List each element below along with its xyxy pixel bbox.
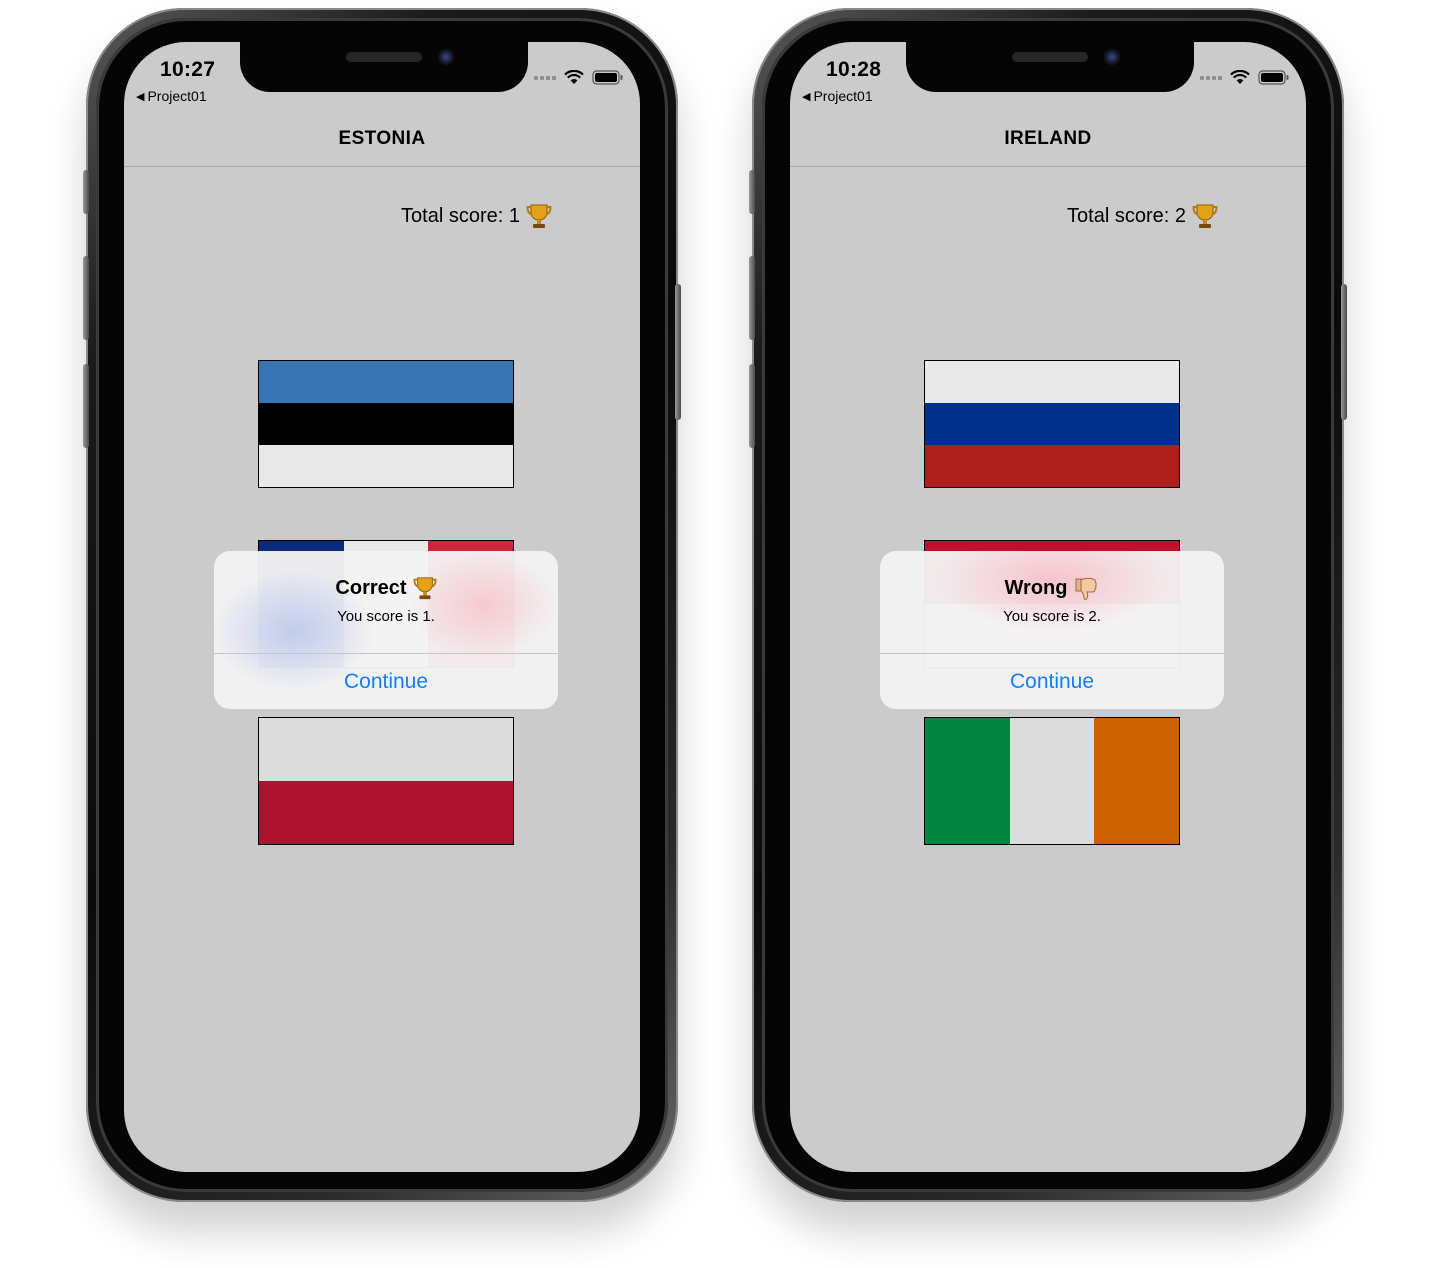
status-icons <box>534 70 624 85</box>
volume-down-button <box>83 364 89 448</box>
flag-stripe <box>925 718 1010 844</box>
app-screen: 10:28 ◀ Project01 IRELAND Total score: 2… <box>790 42 1306 1172</box>
flag-stripe <box>259 403 513 445</box>
alert-title-text: Correct <box>335 576 407 599</box>
volume-down-button <box>749 364 755 448</box>
speaker-grille <box>346 52 422 62</box>
phone-frame: 10:28 ◀ Project01 IRELAND Total score: 2… <box>749 8 1347 1202</box>
flag-stripe <box>925 361 1179 403</box>
back-label: Project01 <box>813 88 873 104</box>
side-button <box>1341 284 1347 420</box>
total-score-label: Total score: 2 <box>1067 204 1186 227</box>
volume-up-button <box>749 256 755 340</box>
trophy-icon <box>1192 204 1218 228</box>
wifi-icon <box>1230 70 1250 84</box>
flag-stripe <box>259 781 513 844</box>
flag-stripe <box>259 445 513 487</box>
trophy-icon <box>526 204 552 228</box>
flag-stripe <box>925 445 1179 487</box>
flag-stripe <box>1094 718 1179 844</box>
back-arrow-icon: ◀ <box>136 90 145 103</box>
flag-button-estonia[interactable] <box>258 360 514 488</box>
result-alert: Correct You score is 1. Continue <box>214 551 558 709</box>
front-camera <box>438 49 454 65</box>
mute-switch <box>749 170 755 214</box>
notch <box>240 42 528 92</box>
alert-message: You score is 1. <box>337 608 435 625</box>
total-score-label: Total score: 1 <box>401 204 520 227</box>
flag-stripe <box>259 361 513 403</box>
total-score: Total score: 1 <box>401 202 552 230</box>
status-time: 10:27 <box>160 58 216 81</box>
continue-button[interactable]: Continue <box>880 654 1224 709</box>
thumbs-down-icon <box>1075 577 1098 600</box>
cellular-signal-icon <box>1200 75 1222 80</box>
navigation-bar: ESTONIA <box>124 120 640 167</box>
page-title: IRELAND <box>1004 128 1092 149</box>
back-to-app-link[interactable]: ◀ Project01 <box>136 88 207 104</box>
app-screen: 10:27 ◀ Project01 ESTONIA Total score: 1… <box>124 42 640 1172</box>
result-alert: Wrong You score is 2. Continue <box>880 551 1224 709</box>
phone-frame: 10:27 ◀ Project01 ESTONIA Total score: 1… <box>83 8 681 1202</box>
cellular-signal-icon <box>534 75 556 80</box>
status-icons <box>1200 70 1290 85</box>
mute-switch <box>83 170 89 214</box>
flag-button-ireland[interactable] <box>924 717 1180 845</box>
front-camera <box>1104 49 1120 65</box>
flag-stripe <box>1009 718 1095 844</box>
battery-icon <box>1258 70 1289 85</box>
alert-title-text: Wrong <box>1004 576 1068 599</box>
battery-icon <box>592 70 623 85</box>
notch <box>906 42 1194 92</box>
flag-stripe <box>259 718 513 781</box>
trophy-icon <box>413 577 437 600</box>
flag-stripe <box>925 403 1179 445</box>
back-to-app-link[interactable]: ◀ Project01 <box>802 88 873 104</box>
alert-message: You score is 2. <box>1003 608 1101 625</box>
alert-title: Correct <box>214 575 558 601</box>
wifi-icon <box>564 70 584 84</box>
side-button <box>675 284 681 420</box>
flag-button-russia[interactable] <box>924 360 1180 488</box>
status-time: 10:28 <box>826 58 882 81</box>
total-score: Total score: 2 <box>1067 202 1218 230</box>
flag-button-poland[interactable] <box>258 717 514 845</box>
navigation-bar: IRELAND <box>790 120 1306 167</box>
continue-button[interactable]: Continue <box>214 654 558 709</box>
page-title: ESTONIA <box>338 128 426 149</box>
volume-up-button <box>83 256 89 340</box>
speaker-grille <box>1012 52 1088 62</box>
back-arrow-icon: ◀ <box>802 90 811 103</box>
alert-title: Wrong <box>880 575 1224 601</box>
back-label: Project01 <box>147 88 207 104</box>
